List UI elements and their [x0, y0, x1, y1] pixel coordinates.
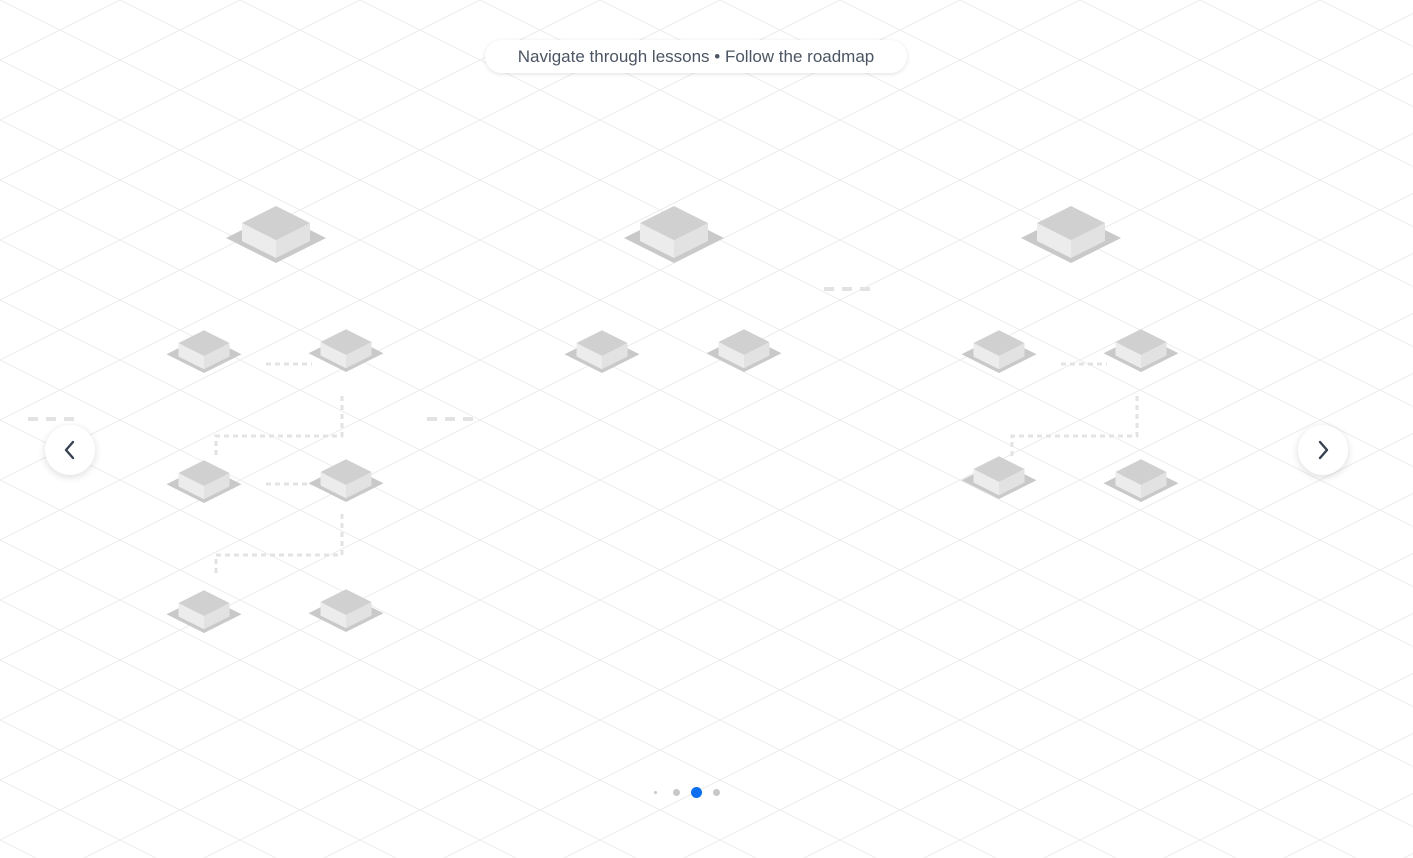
lesson-block[interactable] [308, 329, 384, 372]
stage-2-header-block[interactable] [624, 206, 724, 263]
stage-1-header-block[interactable] [226, 206, 326, 263]
lesson-block[interactable] [1103, 459, 1179, 502]
lesson-block[interactable] [706, 329, 782, 372]
hint-pill: Navigate through lessons • Follow the ro… [485, 40, 907, 73]
lesson-block[interactable] [166, 460, 242, 503]
roadmap-viewport: Navigate through lessons • Follow the ro… [0, 0, 1413, 858]
lesson-block[interactable] [166, 590, 242, 633]
edge-fade [1356, 0, 1413, 858]
previous-button[interactable] [45, 425, 95, 475]
connector-path [214, 396, 344, 456]
connector-path [214, 514, 344, 576]
lesson-block[interactable] [564, 330, 640, 373]
lesson-block[interactable] [961, 456, 1037, 499]
hint-text: Navigate through lessons • Follow the ro… [517, 47, 875, 66]
pagination-dot[interactable] [712, 788, 720, 796]
pagination-dot[interactable] [653, 790, 657, 794]
chevron-left-icon [64, 440, 75, 460]
next-button[interactable] [1298, 425, 1348, 475]
pagination-dots [640, 782, 730, 802]
lesson-block[interactable] [166, 330, 242, 373]
lesson-block[interactable] [1103, 329, 1179, 372]
lesson-block[interactable] [308, 589, 384, 632]
lesson-block[interactable] [961, 330, 1037, 373]
lesson-block[interactable] [308, 459, 384, 502]
roadmap-scene [28, 206, 1179, 633]
pagination-dot[interactable] [672, 788, 680, 796]
pagination-dot-active[interactable] [690, 786, 702, 798]
chevron-right-icon [1318, 440, 1329, 460]
connector-path [1010, 396, 1139, 456]
stage-3-header-block[interactable] [1021, 206, 1121, 263]
